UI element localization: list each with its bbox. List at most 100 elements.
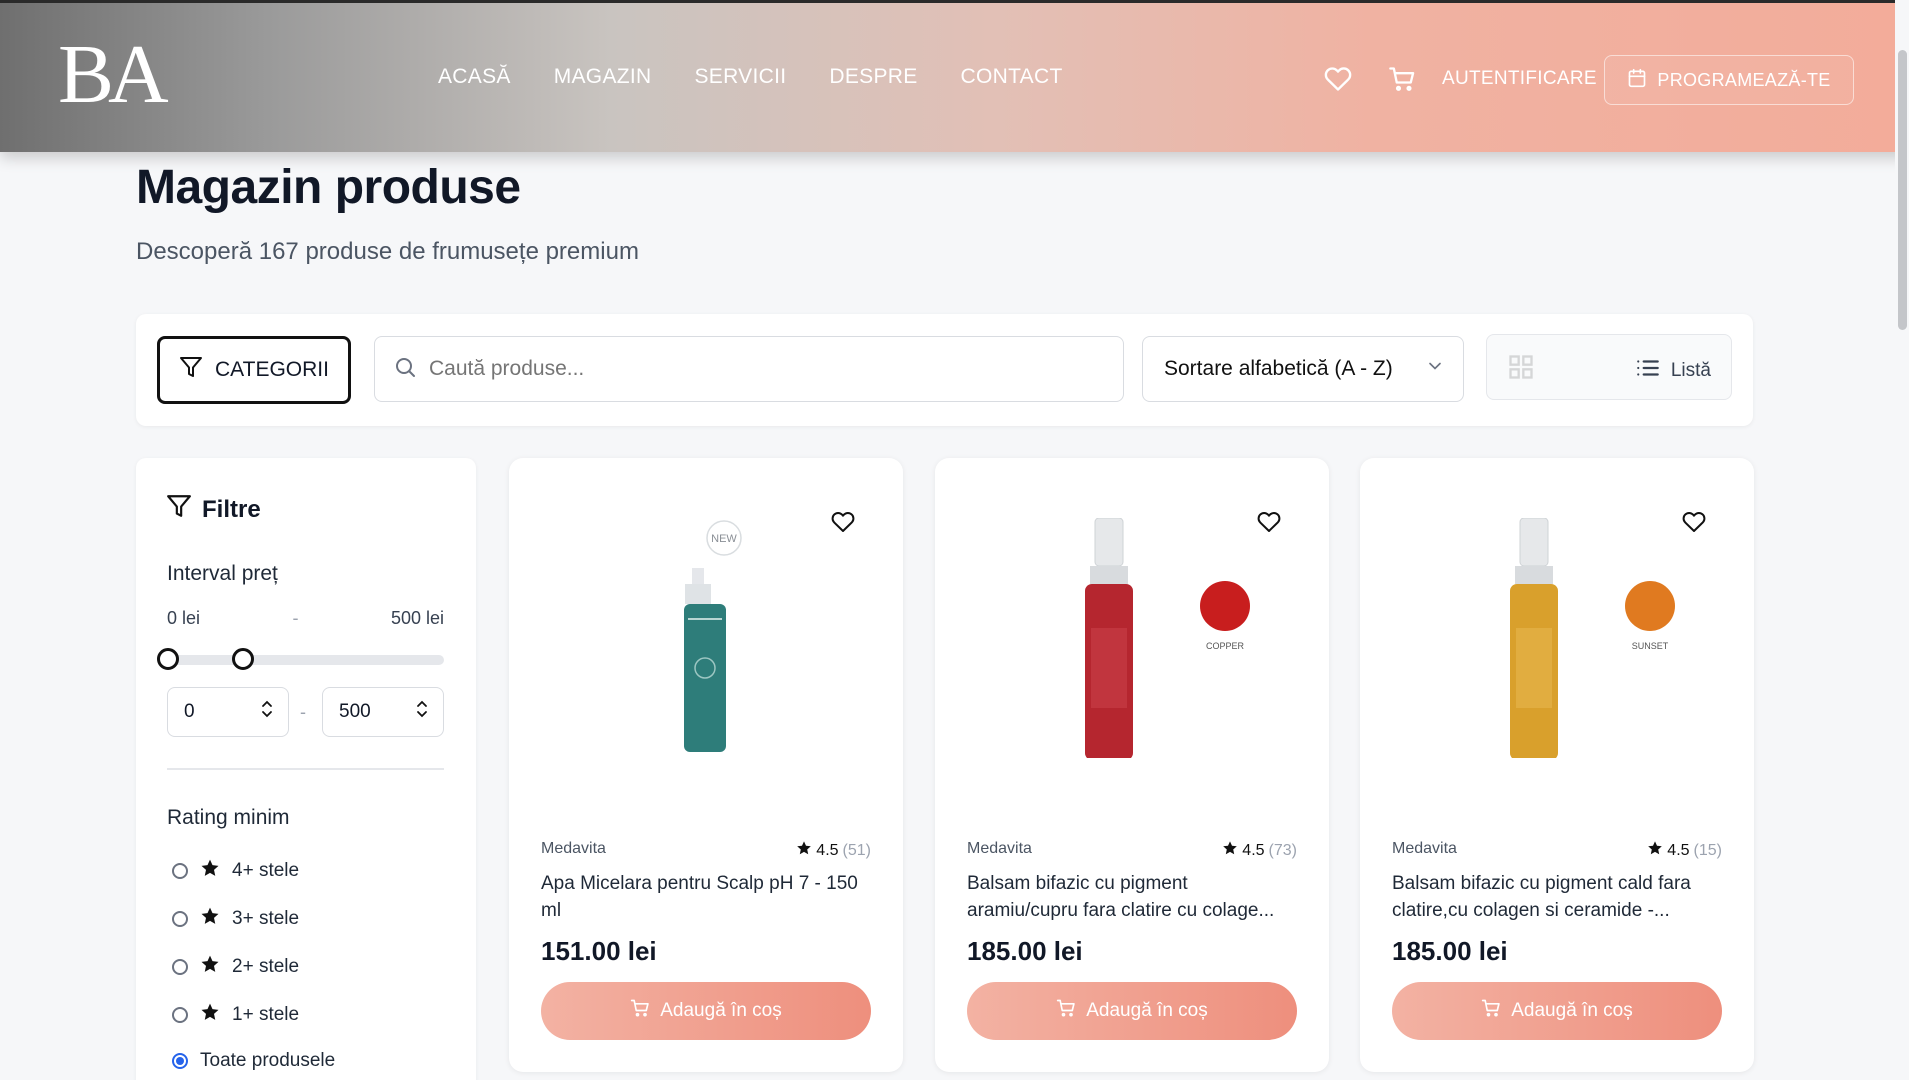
shop-toolbar: CATEGORII Sortare alfabetică (A - Z) Lis… bbox=[136, 314, 1753, 426]
input-separator: - bbox=[300, 702, 306, 722]
star-icon bbox=[200, 906, 220, 932]
review-count: (51) bbox=[842, 841, 871, 859]
search-input[interactable] bbox=[429, 357, 1069, 381]
book-label: PROGRAMEAZĂ-TE bbox=[1657, 69, 1831, 90]
list-view-button[interactable]: Listă bbox=[1635, 355, 1711, 387]
radio-button[interactable] bbox=[172, 959, 188, 975]
add-to-cart-label: Adaugă în coș bbox=[1086, 1000, 1208, 1021]
logo-letters: BA bbox=[58, 28, 169, 121]
add-to-cart-button[interactable]: Adaugă în coș bbox=[541, 982, 871, 1040]
product-image[interactable]: NEW bbox=[509, 518, 903, 758]
product-rating: 4.5 (73) bbox=[1222, 840, 1297, 861]
rating-option-label: 4+ stele bbox=[232, 860, 300, 881]
price-min-label: 0 lei bbox=[167, 608, 201, 628]
product-card[interactable]: NEW Medavita 4.5 (51) Apa Micelara pentr… bbox=[509, 458, 903, 1072]
cart-icon bbox=[1481, 998, 1501, 1024]
star-icon bbox=[200, 858, 220, 884]
rating-option-4[interactable]: 4+ stele bbox=[172, 858, 299, 884]
add-to-cart-label: Adaugă în coș bbox=[1511, 1000, 1633, 1021]
cart-icon bbox=[630, 998, 650, 1024]
product-card[interactable]: COPPER Medavita 4.5 (73) Balsam bifazic … bbox=[935, 458, 1329, 1072]
categories-button[interactable]: CATEGORII bbox=[157, 336, 351, 404]
page-subtitle: Descoperă 167 produse de frumusețe premi… bbox=[136, 238, 639, 265]
categories-label: CATEGORII bbox=[215, 358, 329, 381]
product-image[interactable]: COPPER bbox=[935, 518, 1329, 758]
swatch-label: COPPER bbox=[1206, 641, 1245, 651]
stepper-icon[interactable] bbox=[415, 699, 429, 725]
review-count: (73) bbox=[1268, 841, 1297, 859]
rating-option-label: 2+ stele bbox=[232, 956, 300, 977]
swatch-label: SUNSET bbox=[1632, 641, 1669, 651]
product-name[interactable]: Balsam bifazic cu pigment aramiu/cupru f… bbox=[967, 870, 1303, 924]
product-card[interactable]: SUNSET Medavita 4.5 (15) Balsam bifazic … bbox=[1360, 458, 1754, 1072]
cart-icon[interactable] bbox=[1388, 65, 1416, 93]
page-title: Magazin produse bbox=[136, 161, 521, 214]
price-max-input[interactable]: 500 bbox=[322, 687, 444, 737]
price-min-input[interactable]: 0 bbox=[167, 687, 289, 737]
nav-despre[interactable]: DESPRE bbox=[829, 65, 917, 89]
sort-select[interactable]: Sortare alfabetică (A - Z) bbox=[1142, 336, 1464, 402]
product-brand: Medavita bbox=[1392, 840, 1457, 857]
rating-option-1[interactable]: 1+ stele bbox=[172, 1002, 299, 1028]
filters-sidebar: Filtre Interval preț 0 lei - 500 lei 0 -… bbox=[136, 458, 476, 1080]
rating-option-3[interactable]: 3+ stele bbox=[172, 906, 299, 932]
price-min-value: 0 bbox=[184, 701, 195, 722]
stepper-icon[interactable] bbox=[260, 699, 274, 725]
add-to-cart-button[interactable]: Adaugă în coș bbox=[1392, 982, 1722, 1040]
search-box[interactable] bbox=[374, 336, 1124, 402]
login-link[interactable]: AUTENTIFICARE bbox=[1442, 68, 1597, 90]
radio-button[interactable] bbox=[172, 863, 188, 879]
logo[interactable]: BA bbox=[52, 28, 169, 121]
grid-view-icon[interactable] bbox=[1507, 353, 1535, 386]
product-name[interactable]: Apa Micelara pentru Scalp pH 7 - 150 ml bbox=[541, 870, 877, 924]
scrollbar-thumb[interactable] bbox=[1898, 50, 1907, 330]
rating-option-label: Toate produsele bbox=[200, 1050, 336, 1071]
price-slider-track[interactable] bbox=[168, 655, 444, 665]
nav-acasa[interactable]: ACASĂ bbox=[438, 65, 511, 89]
nav-magazin[interactable]: MAGAZIN bbox=[554, 65, 652, 89]
rating-value: 4.5 bbox=[1242, 841, 1265, 859]
book-appointment-button[interactable]: PROGRAMEAZĂ-TE bbox=[1604, 55, 1854, 105]
page-scrollbar[interactable] bbox=[1895, 0, 1909, 1080]
add-to-cart-label: Adaugă în coș bbox=[660, 1000, 782, 1021]
rating-option-label: 1+ stele bbox=[232, 1004, 300, 1025]
radio-button-selected[interactable] bbox=[172, 1053, 188, 1069]
price-slider-min-handle[interactable] bbox=[157, 648, 179, 670]
heart-icon[interactable] bbox=[1324, 65, 1352, 93]
star-icon bbox=[200, 1002, 220, 1028]
product-rating: 4.5 (15) bbox=[1647, 840, 1722, 861]
price-max-value: 500 bbox=[339, 701, 371, 722]
product-image[interactable]: SUNSET bbox=[1360, 518, 1754, 758]
filter-icon bbox=[179, 355, 203, 385]
nav-servicii[interactable]: SERVICII bbox=[694, 65, 786, 89]
main-nav: ACASĂ MAGAZIN SERVICII DESPRE CONTACT bbox=[438, 65, 1106, 89]
price-max-label: 500 lei bbox=[390, 608, 444, 628]
product-name[interactable]: Balsam bifazic cu pigment cald fara clat… bbox=[1392, 870, 1728, 924]
rating-title: Rating minim bbox=[167, 806, 290, 829]
filters-title: Filtre bbox=[202, 495, 261, 523]
radio-button[interactable] bbox=[172, 1007, 188, 1023]
price-range-labels: 0 lei - 500 lei bbox=[167, 608, 444, 629]
filter-divider bbox=[167, 768, 444, 770]
calendar-icon bbox=[1627, 68, 1647, 93]
star-icon bbox=[796, 840, 812, 861]
product-brand: Medavita bbox=[967, 840, 1032, 857]
chevron-down-icon bbox=[1425, 356, 1445, 382]
filters-heading: Filtre bbox=[166, 493, 261, 526]
radio-button[interactable] bbox=[172, 911, 188, 927]
product-price: 185.00 lei bbox=[967, 936, 1083, 966]
sort-value: Sortare alfabetică (A - Z) bbox=[1164, 357, 1393, 380]
rating-option-all[interactable]: Toate produsele bbox=[172, 1050, 335, 1072]
rating-value: 4.5 bbox=[816, 841, 839, 859]
price-range-title: Interval preț bbox=[167, 562, 278, 585]
nav-contact[interactable]: CONTACT bbox=[961, 65, 1063, 89]
filter-icon bbox=[166, 493, 192, 526]
rating-option-2[interactable]: 2+ stele bbox=[172, 954, 299, 980]
star-icon bbox=[1222, 840, 1238, 861]
search-icon bbox=[393, 355, 417, 384]
star-icon bbox=[200, 954, 220, 980]
add-to-cart-button[interactable]: Adaugă în coș bbox=[967, 982, 1297, 1040]
product-rating: 4.5 (51) bbox=[796, 840, 871, 861]
price-slider-max-handle[interactable] bbox=[231, 648, 254, 670]
product-price: 185.00 lei bbox=[1392, 936, 1508, 966]
